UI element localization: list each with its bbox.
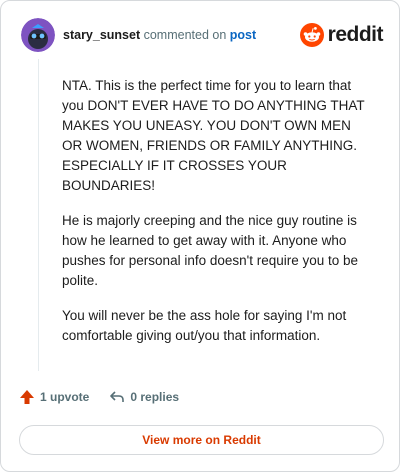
username[interactable]: stary_sunset (63, 28, 140, 42)
comment-paragraph: NTA. This is the perfect time for you to… (62, 78, 365, 193)
reddit-logo-icon (299, 23, 324, 47)
upvote-arrow-icon (20, 390, 34, 404)
comment-actions: 1 upvote 0 replies (19, 389, 199, 405)
replies-button[interactable]: 0 replies (109, 389, 179, 405)
post-link[interactable]: post (230, 28, 256, 42)
byline: stary_sunset commented on post (63, 28, 256, 42)
reply-arrow-icon (110, 391, 125, 402)
comment-paragraph: You will never be the ass hole for sayin… (62, 308, 347, 343)
view-more-button[interactable]: View more on Reddit (19, 425, 384, 455)
reply-count: 0 replies (130, 390, 180, 404)
thread-line (38, 59, 39, 371)
byline-action: commented on (143, 28, 227, 42)
avatar[interactable] (21, 18, 55, 52)
upvote-count: 1 upvote (40, 390, 90, 404)
comment-body: NTA. This is the perfect time for you to… (62, 76, 374, 361)
upvote-button[interactable]: 1 upvote (19, 389, 89, 405)
comment-embed-card: stary_sunset commented on post reddit NT… (0, 0, 400, 472)
reddit-brand[interactable]: reddit (299, 23, 384, 47)
brand-name: reddit (327, 23, 384, 46)
comment-header: stary_sunset commented on post reddit (21, 17, 384, 53)
comment-paragraph: He is majorly creeping and the nice guy … (62, 213, 359, 288)
